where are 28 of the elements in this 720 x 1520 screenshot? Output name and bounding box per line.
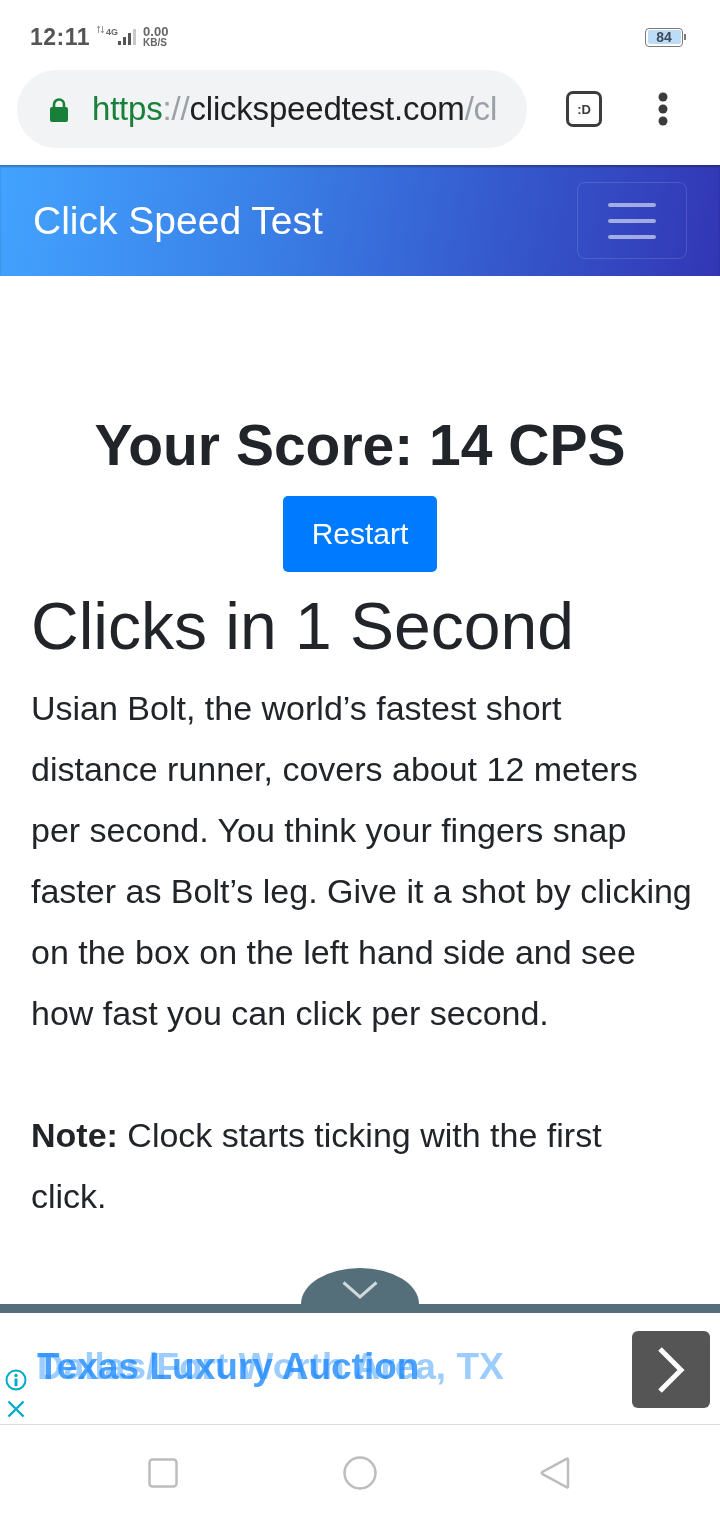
hamburger-icon [608, 202, 656, 239]
menu-toggle-button[interactable] [577, 182, 687, 259]
site-title-link[interactable]: Click Speed Test [33, 198, 323, 243]
section-heading: Clicks in 1 Second [31, 588, 575, 665]
chevron-right-icon [657, 1345, 685, 1394]
info-icon[interactable] [5, 1369, 27, 1391]
chevron-down-icon [342, 1281, 378, 1299]
restart-button[interactable]: Restart [282, 496, 438, 572]
address-bar[interactable]: https://clickspeedtest.com/cl [17, 70, 527, 148]
speed-value: 0.00 [143, 26, 169, 37]
lock-icon [50, 96, 68, 122]
triangle-icon[interactable] [540, 1456, 570, 1489]
circle-icon[interactable] [343, 1455, 377, 1490]
url-text: https://clickspeedtest.com/cl [92, 90, 498, 128]
clock-time: 12:11 [30, 23, 91, 51]
signal-icon [118, 29, 137, 45]
paragraph: Note: Clock starts ticking with the first click. [31, 1115, 603, 1217]
network-type: 4G [106, 27, 119, 37]
tab-switcher-button[interactable]: :D [566, 91, 602, 127]
ad-open-button[interactable] [632, 1331, 710, 1408]
close-icon[interactable] [7, 1400, 25, 1418]
square-icon[interactable] [148, 1457, 178, 1488]
paragraph: Usian Bolt, the world’s fastest short distance runner, covers about 12 meters per second. You think your fingers snap faster as Bolt’s leg. Give it a shot by clicking on the box on the left hand side and see how fast you can click per second. [31, 688, 693, 1034]
menu-icon[interactable] [658, 92, 668, 126]
data-arrows-icon [97, 24, 105, 34]
score-heading: Your Score: 14 CPS [93, 412, 627, 479]
battery-indicator: 84 [645, 27, 686, 47]
speed-unit: KB/S [143, 37, 168, 48]
